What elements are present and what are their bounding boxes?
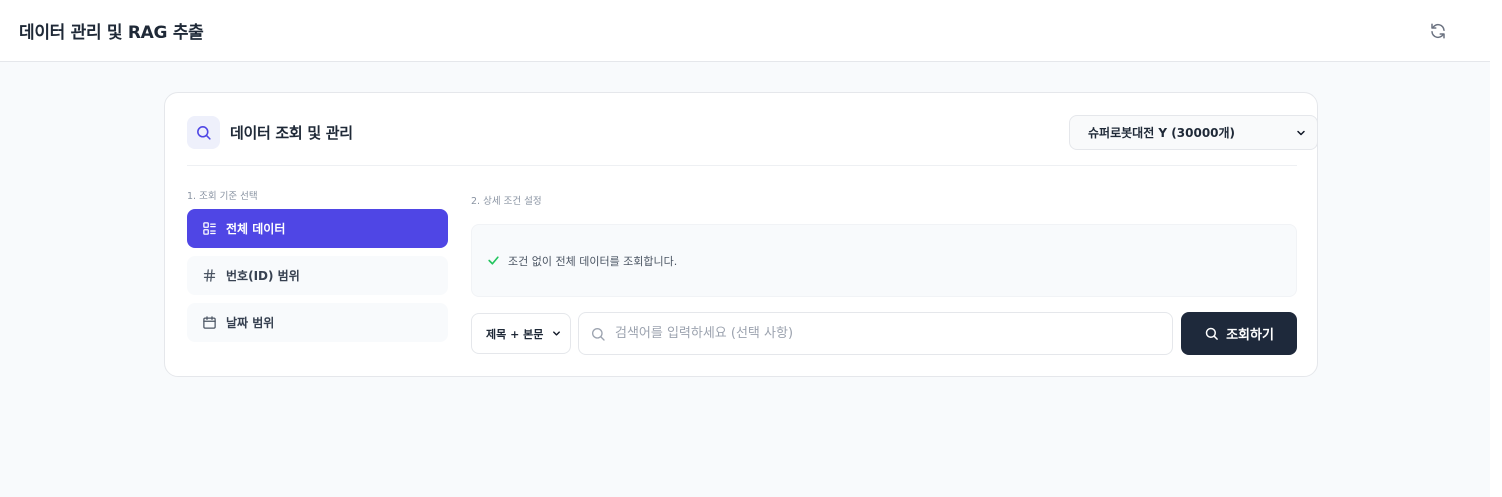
scrollbar-track[interactable] [1490, 0, 1502, 497]
refresh-icon [1431, 23, 1445, 38]
search-input[interactable] [615, 313, 1172, 354]
search-icon [197, 126, 211, 140]
card-header-icon-box [187, 116, 220, 149]
chevron-down-icon [553, 331, 560, 336]
top-bar: 데이터 관리 및 RAG 추출 [0, 0, 1490, 62]
mode-item-label: 전체 데이터 [226, 222, 286, 236]
search-scope-value: 제목 + 본문 [486, 327, 544, 341]
list-icon [201, 221, 217, 237]
card-title: 데이터 조회 및 관리 [230, 124, 353, 142]
check-icon [488, 256, 499, 265]
mode-item-all-data[interactable]: 전체 데이터 [187, 209, 448, 248]
search-scope-select[interactable]: 제목 + 본문 [471, 313, 571, 354]
calendar-icon [201, 315, 217, 331]
criteria-section-label: 1. 조회 기준 선택 [187, 191, 258, 202]
card-header: 데이터 조회 및 관리 슈퍼로봇대전 Y (30000개) [187, 115, 1318, 166]
condition-info-text: 조건 없이 전체 데이터를 조회합니다. [508, 254, 678, 268]
search-box [578, 312, 1173, 355]
data-query-card: 데이터 조회 및 관리 슈퍼로봇대전 Y (30000개) 1. 조회 기준 선… [164, 92, 1318, 377]
search-icon [592, 327, 605, 341]
dataset-select[interactable]: 슈퍼로봇대전 Y (30000개) [1069, 115, 1318, 150]
app-title: 데이터 관리 및 RAG 추출 [19, 23, 204, 43]
search-icon [1204, 326, 1219, 341]
dataset-select-value: 슈퍼로봇대전 Y (30000개) [1088, 126, 1236, 140]
refresh-button[interactable] [1426, 19, 1450, 43]
query-button-label: 조회하기 [1226, 328, 1274, 343]
mode-item-date-range[interactable]: 날짜 범위 [187, 303, 448, 342]
condition-info-box: 조건 없이 전체 데이터를 조회합니다. [471, 224, 1297, 297]
mode-item-label: 번호(ID) 범위 [226, 269, 300, 283]
chevron-down-icon [1297, 130, 1305, 135]
mode-item-id-range[interactable]: 번호(ID) 범위 [187, 256, 448, 295]
details-section-label: 2. 상세 조건 설정 [471, 196, 542, 207]
hash-icon [201, 268, 217, 284]
mode-item-label: 날짜 범위 [226, 316, 275, 330]
query-button[interactable]: 조회하기 [1181, 312, 1297, 355]
